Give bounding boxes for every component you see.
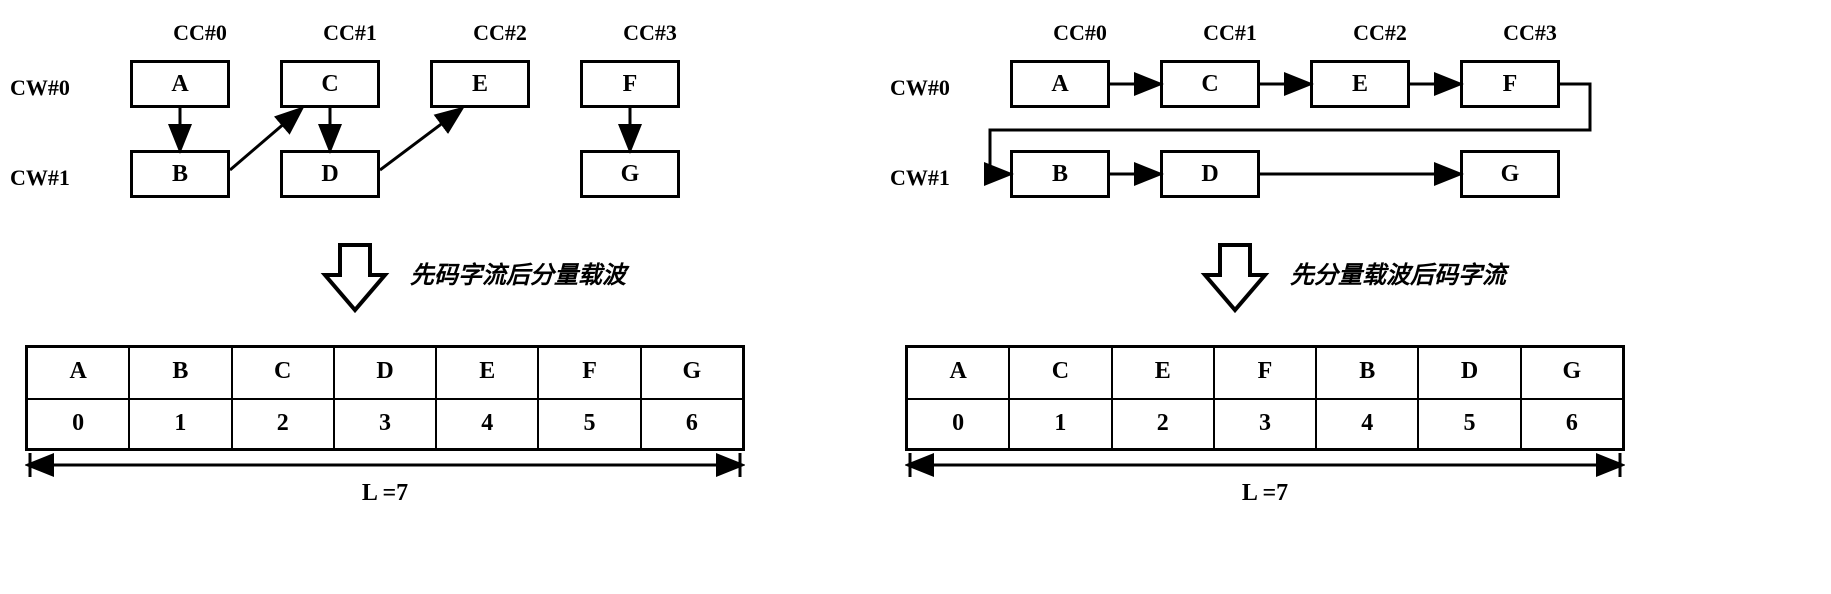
down-arrow-icon (1200, 240, 1270, 320)
row-label-cw1: CW#1 (10, 165, 90, 191)
seq-cell: B (1317, 348, 1419, 398)
idx-cell: 4 (1317, 400, 1419, 448)
seq-cell: E (1113, 348, 1215, 398)
box-A: A (1010, 60, 1110, 108)
idx-cell: 3 (335, 400, 437, 448)
idx-cell: 5 (1419, 400, 1521, 448)
idx-cell: 0 (28, 400, 130, 448)
col-head: CC#0 (1005, 20, 1155, 46)
seq-cell: F (539, 348, 641, 398)
seq-cell: F (1215, 348, 1317, 398)
col-head: CC#0 (125, 20, 275, 46)
box-C: C (1160, 60, 1260, 108)
box-E: E (1310, 60, 1410, 108)
row-label-cw0: CW#0 (10, 75, 90, 101)
idx-cell: 1 (1010, 400, 1112, 448)
dimension-line-icon (25, 450, 745, 480)
row-label-cw0: CW#0 (890, 75, 970, 101)
box-D: D (1160, 150, 1260, 198)
box-D: D (280, 150, 380, 198)
seq-cell: G (1522, 348, 1622, 398)
seq-cell: C (1010, 348, 1112, 398)
left-caption: 先码字流后分量载波 (410, 255, 626, 290)
seq-cell: B (130, 348, 232, 398)
column-headers: CC#0 CC#1 CC#2 CC#3 (125, 20, 725, 46)
col-head: CC#1 (1155, 20, 1305, 46)
seq-cell: E (437, 348, 539, 398)
col-head: CC#1 (275, 20, 425, 46)
box-F: F (580, 60, 680, 108)
flow-arrows-icon (890, 20, 1650, 230)
idx-cell: 2 (233, 400, 335, 448)
idx-cell: 4 (437, 400, 539, 448)
idx-cell: 3 (1215, 400, 1317, 448)
seq-cell: A (28, 348, 130, 398)
box-F: F (1460, 60, 1560, 108)
idx-cell: 5 (539, 400, 641, 448)
row-label-cw1: CW#1 (890, 165, 970, 191)
dimension-line-icon (905, 450, 1625, 480)
length-label: L =7 (10, 480, 760, 507)
right-caption: 先分量载波后码字流 (1290, 255, 1506, 290)
idx-cell: 6 (642, 400, 742, 448)
idx-cell: 0 (908, 400, 1010, 448)
seq-cell: G (642, 348, 742, 398)
box-E: E (430, 60, 530, 108)
right-table: A C E F B D G 0 1 2 3 4 5 6 (905, 345, 1625, 451)
down-arrow-icon (320, 240, 390, 320)
length-label: L =7 (890, 480, 1640, 507)
col-head: CC#2 (1305, 20, 1455, 46)
seq-cell: D (1419, 348, 1521, 398)
left-table: A B C D E F G 0 1 2 3 4 5 6 (25, 345, 745, 451)
box-A: A (130, 60, 230, 108)
seq-cell: C (233, 348, 335, 398)
box-G: G (1460, 150, 1560, 198)
idx-cell: 1 (130, 400, 232, 448)
seq-cell: A (908, 348, 1010, 398)
box-B: B (130, 150, 230, 198)
col-head: CC#2 (425, 20, 575, 46)
idx-cell: 2 (1113, 400, 1215, 448)
col-head: CC#3 (575, 20, 725, 46)
box-B: B (1010, 150, 1110, 198)
col-head: CC#3 (1455, 20, 1605, 46)
box-C: C (280, 60, 380, 108)
seq-cell: D (335, 348, 437, 398)
column-headers: CC#0 CC#1 CC#2 CC#3 (1005, 20, 1605, 46)
flow-arrows-icon (10, 20, 770, 230)
idx-cell: 6 (1522, 400, 1622, 448)
box-G: G (580, 150, 680, 198)
